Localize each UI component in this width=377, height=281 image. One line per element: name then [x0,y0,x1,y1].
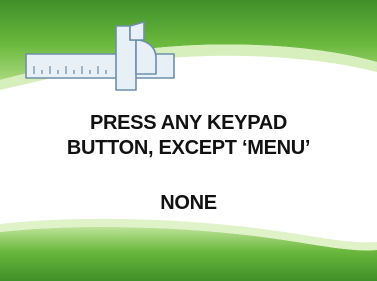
bottom-band [0,226,377,281]
keypad-test-screen: PRESS ANY KEYPAD BUTTON, EXCEPT ‘MENU’ N… [0,0,377,281]
prompt-line-1: PRESS ANY KEYPAD [89,112,288,134]
caliper-icon [25,21,175,91]
pressed-key-status: NONE [160,192,217,214]
prompt-message: PRESS ANY KEYPAD BUTTON, EXCEPT ‘MENU’ [0,111,377,161]
prompt-line-2: BUTTON, EXCEPT ‘MENU’ [66,137,311,159]
